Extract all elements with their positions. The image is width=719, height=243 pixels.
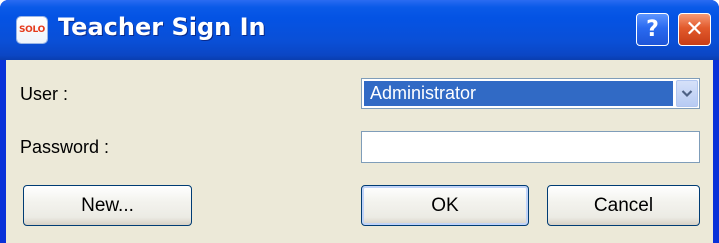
dialog-window: SOLO Teacher Sign In ? ✕ User : Administ… — [0, 0, 719, 243]
help-icon: ? — [646, 17, 659, 42]
close-button[interactable]: ✕ — [678, 13, 711, 46]
app-logo-text: SOLO — [19, 25, 45, 35]
help-button[interactable]: ? — [636, 13, 669, 46]
new-button[interactable]: New... — [23, 185, 192, 226]
dropdown-button[interactable] — [676, 80, 698, 107]
user-select[interactable]: Administrator — [361, 78, 700, 109]
app-logo-icon: SOLO — [17, 17, 47, 43]
ok-button[interactable]: OK — [361, 185, 529, 226]
chevron-down-icon — [681, 90, 693, 98]
title-bar[interactable]: SOLO Teacher Sign In ? ✕ — [0, 0, 719, 60]
password-label: Password : — [20, 137, 110, 157]
password-field[interactable] — [361, 131, 700, 163]
dialog-body: User : Administrator Password : New... O… — [6, 60, 713, 243]
window-title: Teacher Sign In — [58, 13, 266, 41]
close-icon: ✕ — [685, 17, 704, 42]
user-select-value: Administrator — [364, 81, 673, 106]
cancel-button[interactable]: Cancel — [547, 185, 700, 226]
user-label: User : — [20, 84, 69, 104]
